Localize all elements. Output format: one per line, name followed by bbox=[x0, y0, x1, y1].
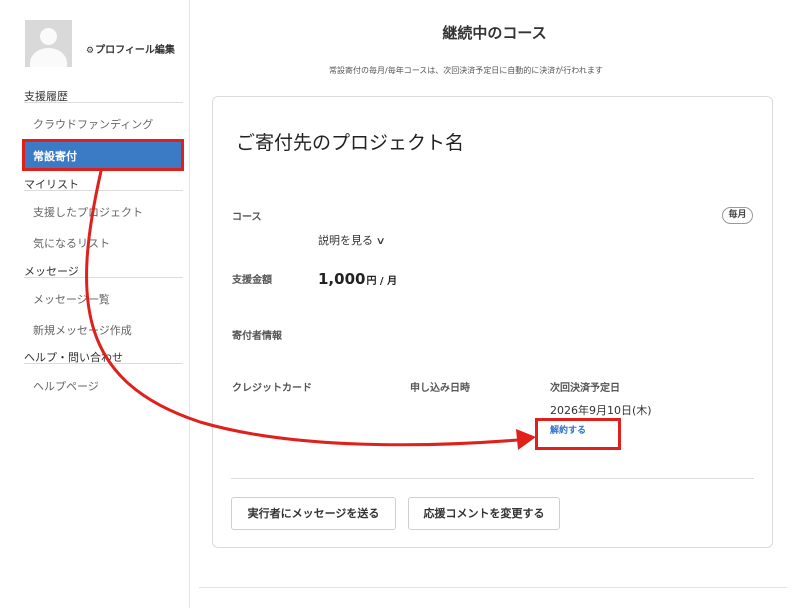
gear-icon: ⚙ bbox=[86, 46, 95, 56]
change-comment-button[interactable]: 応援コメントを変更する bbox=[408, 497, 560, 530]
course-card bbox=[212, 96, 773, 548]
next-payment-date: 2026年9月10日(木) bbox=[550, 404, 652, 417]
sidebar: ⚙プロフィール編集 支援履歴 クラウドファンディング 常設寄付 マイリスト 支援… bbox=[0, 0, 190, 608]
project-name[interactable]: ご寄付先のプロジェクト名 bbox=[236, 128, 464, 155]
explain-toggle[interactable]: 説明を見る ∨ bbox=[318, 232, 386, 248]
divider bbox=[24, 102, 183, 103]
chevron-down-icon: ∨ bbox=[375, 236, 386, 247]
applied-date-label: 申し込み日時 bbox=[410, 383, 470, 394]
sidebar-item-crowdfunding[interactable]: クラウドファンディング bbox=[33, 116, 153, 132]
sidebar-item-watchlist[interactable]: 気になるリスト bbox=[33, 235, 110, 251]
sidebar-item-new-message[interactable]: 新規メッセージ作成 bbox=[33, 322, 132, 338]
next-payment-label: 次回決済予定日 bbox=[550, 383, 620, 394]
send-message-button[interactable]: 実行者にメッセージを送る bbox=[231, 497, 396, 530]
sidebar-item-recurring-donation[interactable]: 常設寄付 bbox=[22, 139, 184, 171]
divider bbox=[24, 363, 183, 364]
amount-label: 支援金額 bbox=[232, 275, 272, 286]
explain-label: 説明を見る bbox=[318, 234, 373, 247]
sidebar-item-help-page[interactable]: ヘルプページ bbox=[33, 378, 99, 394]
divider bbox=[199, 587, 787, 588]
profile-edit-label: プロフィール編集 bbox=[95, 45, 175, 56]
donor-info-label: 寄付者情報 bbox=[232, 331, 282, 342]
cancel-link[interactable]: 解約する bbox=[550, 423, 586, 436]
avatar-body bbox=[30, 48, 67, 67]
amount-unit: 円 / 月 bbox=[366, 276, 398, 287]
credit-card-label: クレジットカード bbox=[232, 383, 312, 394]
course-label: コース bbox=[232, 212, 262, 223]
divider bbox=[24, 277, 183, 278]
page-note: 常設寄付の毎月/毎年コースは、次回決済予定日に自動的に決済が行われます bbox=[329, 66, 603, 75]
course-badge: 毎月 bbox=[722, 207, 753, 224]
sidebar-item-supported-projects[interactable]: 支援したプロジェクト bbox=[33, 204, 143, 220]
amount-number: 1,000 bbox=[318, 270, 366, 288]
profile-edit-link[interactable]: ⚙プロフィール編集 bbox=[86, 41, 175, 56]
divider bbox=[231, 478, 754, 479]
sidebar-item-message-list[interactable]: メッセージ一覧 bbox=[33, 291, 110, 307]
amount-value: 1,000円 / 月 bbox=[318, 269, 397, 288]
divider bbox=[24, 190, 183, 191]
page-title: 継続中のコース bbox=[442, 24, 547, 42]
